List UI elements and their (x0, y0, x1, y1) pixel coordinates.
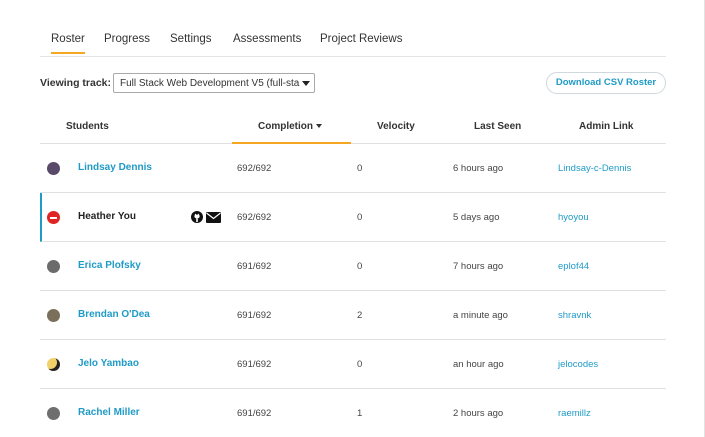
admin-link[interactable]: jelocodes (558, 359, 598, 370)
completion-value: 691/692 (237, 261, 272, 272)
column-velocity: Velocity (377, 121, 415, 132)
track-select[interactable]: Full Stack Web Development V5 (full-sta (113, 73, 315, 93)
mail-icon[interactable] (206, 212, 221, 223)
student-name-link[interactable]: Erica Plofsky (78, 260, 141, 271)
table-row: Lindsay Dennis 692/692 0 6 hours ago Lin… (40, 144, 666, 193)
table-row: Brendan O'Dea 691/692 2 a minute ago shr… (40, 291, 666, 340)
track-label: Viewing track: (40, 77, 111, 89)
avatar (47, 358, 60, 371)
avatar (47, 407, 60, 420)
last-seen-value: 6 hours ago (453, 163, 504, 174)
tab-progress[interactable]: Progress (104, 33, 150, 52)
column-last-seen: Last Seen (474, 121, 522, 132)
last-seen-value: a minute ago (453, 310, 508, 321)
tab-settings[interactable]: Settings (170, 33, 212, 52)
velocity-value: 0 (357, 212, 363, 223)
velocity-value: 0 (357, 359, 363, 370)
last-seen-value: 2 hours ago (453, 408, 504, 419)
column-admin-link: Admin Link (579, 121, 634, 132)
admin-link[interactable]: raemillz (558, 408, 591, 419)
student-name: Heather You (78, 211, 136, 222)
avatar (47, 260, 60, 273)
completion-value: 691/692 (237, 310, 272, 321)
track-select-value: Full Stack Web Development V5 (full-sta (120, 78, 300, 89)
admin-link[interactable]: shravnk (558, 310, 591, 321)
column-completion-label: Completion (258, 121, 313, 132)
download-csv-button[interactable]: Download CSV Roster (546, 72, 666, 94)
tab-project-reviews[interactable]: Project Reviews (320, 33, 402, 52)
status-blocked-icon (47, 211, 60, 224)
chevron-down-icon (302, 81, 310, 86)
student-name-link[interactable]: Lindsay Dennis (78, 162, 152, 173)
table-row: Erica Plofsky 691/692 0 7 hours ago eplo… (40, 242, 666, 291)
table-row: Jelo Yambao 691/692 0 an hour ago jeloco… (40, 340, 666, 389)
last-seen-value: 5 days ago (453, 212, 500, 223)
admin-link[interactable]: eplof44 (558, 261, 589, 272)
velocity-value: 1 (357, 408, 363, 419)
student-name-link[interactable]: Jelo Yambao (78, 358, 139, 369)
velocity-value: 2 (357, 310, 363, 321)
table-row: Heather You 692/692 0 5 days ago hyoyou (40, 193, 666, 242)
completion-value: 692/692 (237, 163, 272, 174)
student-name-link[interactable]: Rachel Miller (78, 407, 140, 418)
last-seen-value: an hour ago (453, 359, 504, 370)
admin-link[interactable]: Lindsay-c-Dennis (558, 163, 631, 174)
admin-link[interactable]: hyoyou (558, 212, 589, 223)
tab-assessments[interactable]: Assessments (233, 33, 301, 52)
tab-bar: Roster Progress Settings Assessments Pro… (40, 28, 666, 57)
completion-value: 691/692 (237, 408, 272, 419)
sort-down-icon (316, 124, 322, 129)
table-row: Rachel Miller 691/692 1 2 hours ago raem… (40, 389, 666, 437)
velocity-value: 0 (357, 163, 363, 174)
column-students: Students (66, 121, 109, 132)
last-seen-value: 7 hours ago (453, 261, 504, 272)
avatar (47, 309, 60, 322)
contact-icons (191, 210, 221, 224)
track-selector-row: Viewing track: Full Stack Web Developmen… (40, 72, 666, 94)
student-name-link[interactable]: Brendan O'Dea (78, 309, 150, 320)
completion-value: 691/692 (237, 359, 272, 370)
avatar (47, 162, 60, 175)
github-icon[interactable] (191, 211, 203, 223)
velocity-value: 0 (357, 261, 363, 272)
table-header: Students Completion Velocity Last Seen A… (40, 115, 666, 144)
roster-panel: Roster Progress Settings Assessments Pro… (0, 0, 705, 437)
column-completion[interactable]: Completion (258, 121, 322, 132)
completion-value: 692/692 (237, 212, 272, 223)
tab-roster[interactable]: Roster (51, 33, 85, 54)
